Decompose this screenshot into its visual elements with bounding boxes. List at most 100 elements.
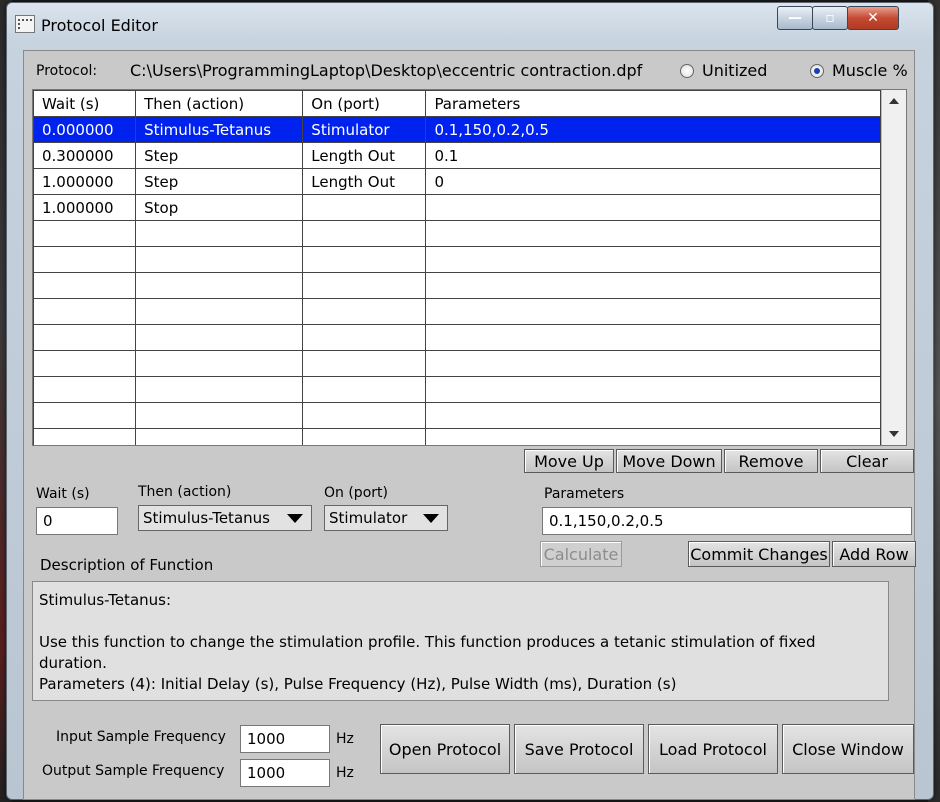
empty-cell[interactable] <box>33 376 137 403</box>
empty-table-row[interactable] <box>33 246 881 273</box>
table-row[interactable]: 1.000000 Step Length Out 0 <box>33 168 881 195</box>
input-sample-frequency-input[interactable]: 1000 <box>240 725 330 753</box>
radio-muscle-percent[interactable]: Muscle % <box>810 61 908 80</box>
table-row[interactable]: 1.000000 Stop <box>33 194 881 221</box>
scroll-up-arrow-icon[interactable] <box>889 98 899 104</box>
cell-parameters[interactable]: 0.1 <box>425 142 881 169</box>
empty-cell[interactable] <box>33 428 137 445</box>
empty-cell[interactable] <box>425 402 881 429</box>
cell-parameters[interactable]: 0.1,150,0.2,0.5 <box>425 116 881 143</box>
empty-table-row[interactable] <box>33 220 881 247</box>
save-protocol-button[interactable]: Save Protocol <box>514 724 644 774</box>
description-box: Stimulus-Tetanus: Use this function to c… <box>32 581 889 701</box>
empty-cell[interactable] <box>135 402 304 429</box>
column-header-action[interactable]: Then (action) <box>135 90 304 117</box>
empty-cell[interactable] <box>425 324 881 351</box>
close-window-button[interactable]: Close Window <box>782 724 914 774</box>
empty-table-row[interactable] <box>33 376 881 403</box>
cell-port[interactable]: Length Out <box>302 142 427 169</box>
empty-cell[interactable] <box>135 324 304 351</box>
cell-action[interactable]: Step <box>135 142 304 169</box>
empty-cell[interactable] <box>302 246 427 273</box>
load-protocol-button[interactable]: Load Protocol <box>648 724 778 774</box>
cell-wait[interactable]: 1.000000 <box>33 168 137 195</box>
cell-action[interactable]: Stimulus-Tetanus <box>135 116 304 143</box>
cell-port[interactable] <box>302 194 427 221</box>
cell-port[interactable]: Stimulator <box>302 116 427 143</box>
column-header-parameters[interactable]: Parameters <box>425 90 881 117</box>
empty-table-row[interactable] <box>33 324 881 351</box>
table-row[interactable]: 0.300000 Step Length Out 0.1 <box>33 142 881 169</box>
open-protocol-button[interactable]: Open Protocol <box>380 724 510 774</box>
empty-cell[interactable] <box>425 272 881 299</box>
cell-wait[interactable]: 0.300000 <box>33 142 137 169</box>
empty-table-row[interactable] <box>33 298 881 325</box>
empty-cell[interactable] <box>135 220 304 247</box>
cell-action[interactable]: Stop <box>135 194 304 221</box>
empty-cell[interactable] <box>302 298 427 325</box>
empty-cell[interactable] <box>302 376 427 403</box>
empty-cell[interactable] <box>135 428 304 445</box>
empty-cell[interactable] <box>33 298 137 325</box>
radio-unitized[interactable]: Unitized <box>680 61 767 80</box>
empty-cell[interactable] <box>425 350 881 377</box>
radio-unitized-indicator <box>680 63 694 78</box>
empty-table-row[interactable] <box>33 272 881 299</box>
empty-cell[interactable] <box>302 350 427 377</box>
empty-cell[interactable] <box>425 428 881 445</box>
empty-cell[interactable] <box>33 402 137 429</box>
calculate-button[interactable]: Calculate <box>540 541 622 567</box>
empty-cell[interactable] <box>302 428 427 445</box>
action-dropdown[interactable]: Stimulus-Tetanus <box>138 505 312 531</box>
input-frequency-unit: Hz <box>336 731 354 747</box>
scroll-down-arrow-icon[interactable] <box>889 431 899 437</box>
cell-parameters[interactable] <box>425 194 881 221</box>
cell-port[interactable]: Length Out <box>302 168 427 195</box>
cell-wait[interactable]: 1.000000 <box>33 194 137 221</box>
column-header-wait[interactable]: Wait (s) <box>33 90 137 117</box>
empty-cell[interactable] <box>425 220 881 247</box>
empty-cell[interactable] <box>302 402 427 429</box>
port-dropdown[interactable]: Stimulator <box>324 505 448 531</box>
clear-button[interactable]: Clear <box>820 449 914 473</box>
close-icon: ✕ <box>867 10 879 26</box>
remove-button[interactable]: Remove <box>724 449 818 473</box>
empty-cell[interactable] <box>302 272 427 299</box>
title-bar[interactable]: Protocol Editor — ▫ ✕ <box>7 3 933 45</box>
empty-cell[interactable] <box>33 350 137 377</box>
empty-cell[interactable] <box>33 246 137 273</box>
empty-cell[interactable] <box>33 324 137 351</box>
add-row-button[interactable]: Add Row <box>832 541 916 567</box>
commit-changes-button[interactable]: Commit Changes <box>688 541 830 567</box>
protocol-table[interactable]: Wait (s) Then (action) On (port) Paramet… <box>32 89 907 446</box>
wait-input[interactable]: 0 <box>36 507 118 535</box>
table-vertical-scrollbar[interactable] <box>881 90 906 445</box>
move-down-button[interactable]: Move Down <box>616 449 722 473</box>
output-sample-frequency-input[interactable]: 1000 <box>240 759 330 787</box>
column-header-port[interactable]: On (port) <box>302 90 427 117</box>
empty-cell[interactable] <box>135 298 304 325</box>
table-row[interactable]: 0.000000 Stimulus-Tetanus Stimulator 0.1… <box>33 116 881 143</box>
empty-cell[interactable] <box>302 220 427 247</box>
empty-cell[interactable] <box>33 272 137 299</box>
empty-cell[interactable] <box>425 246 881 273</box>
empty-cell[interactable] <box>135 350 304 377</box>
empty-table-row[interactable] <box>33 350 881 377</box>
empty-cell[interactable] <box>135 376 304 403</box>
move-up-button[interactable]: Move Up <box>524 449 614 473</box>
cell-parameters[interactable]: 0 <box>425 168 881 195</box>
empty-cell[interactable] <box>33 220 137 247</box>
cell-action[interactable]: Step <box>135 168 304 195</box>
close-button[interactable]: ✕ <box>847 6 899 30</box>
cell-wait[interactable]: 0.000000 <box>33 116 137 143</box>
empty-cell[interactable] <box>425 376 881 403</box>
minimize-button[interactable]: — <box>777 6 813 30</box>
empty-table-row[interactable] <box>33 402 881 429</box>
empty-cell[interactable] <box>135 246 304 273</box>
parameters-input[interactable]: 0.1,150,0.2,0.5 <box>542 507 912 535</box>
maximize-button[interactable]: ▫ <box>812 6 848 30</box>
empty-cell[interactable] <box>425 298 881 325</box>
empty-cell[interactable] <box>302 324 427 351</box>
empty-cell[interactable] <box>135 272 304 299</box>
empty-table-row[interactable] <box>33 428 881 445</box>
